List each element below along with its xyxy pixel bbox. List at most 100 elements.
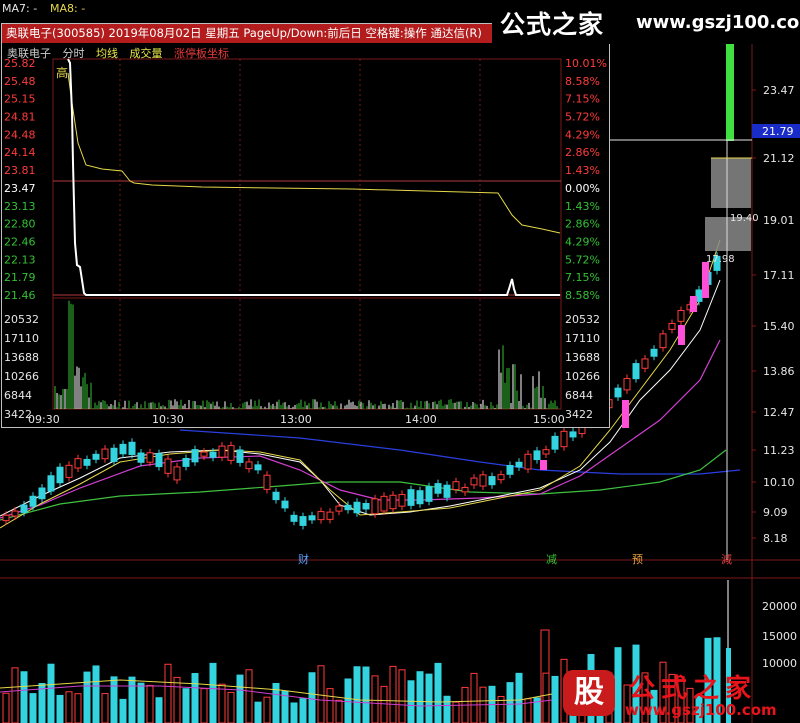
volume-bar: [254, 701, 262, 723]
candle-body: [479, 474, 487, 487]
volume-bar: [542, 672, 550, 723]
intraday-percent-label: 5.72%: [565, 253, 600, 266]
intraday-popup-window[interactable]: 奥联电子(300585) 2019年08月02日 星期五 PageUp/Down…: [1, 23, 610, 428]
event-tag-forecast[interactable]: 预: [630, 553, 645, 566]
intraday-time-label: 14:00: [405, 413, 437, 426]
volume-bar: [2, 692, 10, 723]
volume-bar: [92, 665, 100, 723]
intraday-percent-label: 7.15%: [565, 93, 600, 106]
intraday-percent-label: 4.29%: [565, 128, 600, 141]
intraday-time-axis: 09:30 10:30 13:00 14:00 15:00: [28, 413, 565, 426]
candle-body: [263, 474, 271, 490]
volume-bar: [470, 672, 478, 723]
candle-body: [245, 461, 253, 470]
volume-bar: [308, 672, 316, 723]
candle-body: [542, 449, 550, 455]
candle-body: [632, 363, 640, 380]
volume-bar: [236, 674, 244, 723]
intraday-price-label: 23.13: [4, 200, 36, 213]
candle-body: [497, 474, 505, 481]
watermark-title: 公式之家: [629, 674, 758, 704]
volume-bar: [47, 663, 55, 723]
volume-bar: [263, 696, 271, 723]
candle-body: [515, 461, 523, 468]
volume-bar: [218, 683, 226, 723]
intraday-volume-label: 20532: [4, 313, 39, 326]
event-tag-earnings[interactable]: 财: [296, 553, 311, 566]
volume-bar: [299, 698, 307, 723]
intraday-price-label: 24.48: [4, 128, 36, 141]
event-tag-reduction[interactable]: 减: [544, 553, 559, 566]
intraday-volume-label: 10266: [565, 370, 600, 383]
intraday-chart[interactable]: 25.82 25.48 25.15 24.81 24.48 24.14 23.81 23.47…: [2, 43, 609, 427]
volume-bar: [362, 666, 370, 723]
candle-body: [650, 348, 658, 357]
intraday-price-label: 25.15: [4, 93, 36, 106]
candle-body: [659, 333, 667, 349]
candle-body: [443, 484, 451, 498]
volume-bar: [290, 702, 298, 723]
candle-body: [209, 451, 217, 458]
volume-bar: [83, 671, 91, 723]
candle-body: [155, 453, 163, 468]
ma7-label: MA7: -: [2, 2, 37, 15]
candle-body: [506, 464, 514, 475]
price-tick-label: 17.11: [763, 269, 795, 282]
intraday-price-axis: 25.82 25.48 25.15 24.81 24.48 24.14 23.81 23.47…: [4, 57, 36, 302]
candle-body: [668, 322, 676, 330]
price-range-box: [711, 158, 751, 208]
volume-bar: [209, 662, 217, 723]
volume-tick-label: 20000: [762, 600, 797, 613]
volume-bar: [227, 691, 235, 723]
candle-body: [540, 460, 547, 470]
candle-body: [227, 445, 235, 461]
watermark-bottom: 股 公式之家 www.gszj100.com: [555, 664, 800, 723]
candle-body: [434, 483, 442, 494]
volume-bar: [29, 693, 37, 723]
candle-body: [47, 475, 55, 492]
intraday-volume-label: 13688: [4, 351, 39, 364]
volume-bar: [65, 691, 73, 723]
intraday-price-label: 24.81: [4, 111, 36, 124]
intraday-price-label: 21.46: [4, 289, 36, 302]
candle-body: [353, 501, 361, 514]
intraday-time-label: 13:00: [280, 413, 312, 426]
candle-body: [83, 458, 91, 466]
intraday-time-label: 09:30: [28, 413, 60, 426]
volume-bar: [110, 676, 118, 723]
volume-bar: [407, 680, 415, 723]
intraday-time-label: 15:00: [533, 413, 565, 426]
volume-bar: [434, 662, 442, 723]
volume-bar: [200, 688, 208, 723]
intraday-percent-label: 7.15%: [565, 271, 600, 284]
candle-body: [218, 445, 226, 458]
candle-body: [56, 466, 64, 484]
candle-body: [173, 466, 181, 481]
watermark-title: 公式之家: [500, 10, 605, 39]
candle-body: [164, 458, 172, 474]
intraday-volume-label: 6844: [565, 389, 593, 402]
price-tick-label: 8.18: [763, 532, 788, 545]
candle-body: [488, 476, 496, 486]
intraday-percent-label: 1.43%: [565, 200, 600, 213]
candle-body: [200, 451, 208, 457]
candle-body: [362, 503, 370, 510]
intraday-price-label: 23.47: [4, 182, 36, 195]
candle-body: [641, 358, 649, 369]
candle-body: [425, 486, 433, 502]
candle-body: [344, 504, 352, 511]
volume-bar: [425, 673, 433, 723]
candle-body: [2, 514, 10, 522]
candle-body: [569, 431, 577, 438]
intraday-price-label: 23.81: [4, 164, 36, 177]
intraday-price-label: 25.48: [4, 75, 36, 88]
intraday-percent-label: 8.58%: [565, 75, 600, 88]
intraday-volume-label: 17110: [565, 332, 600, 345]
candle-body: [524, 453, 532, 470]
candle-body: [560, 430, 568, 448]
intraday-time-label: 10:30: [152, 413, 184, 426]
intraday-percent-axis: 10.01% 8.58% 7.15% 5.72% 4.29% 2.86% 1.43% 0.00…: [565, 57, 607, 302]
candle-body: [317, 511, 325, 521]
intraday-price-label: 25.82: [4, 57, 36, 70]
event-tag-reduction-2[interactable]: 減: [719, 553, 734, 566]
